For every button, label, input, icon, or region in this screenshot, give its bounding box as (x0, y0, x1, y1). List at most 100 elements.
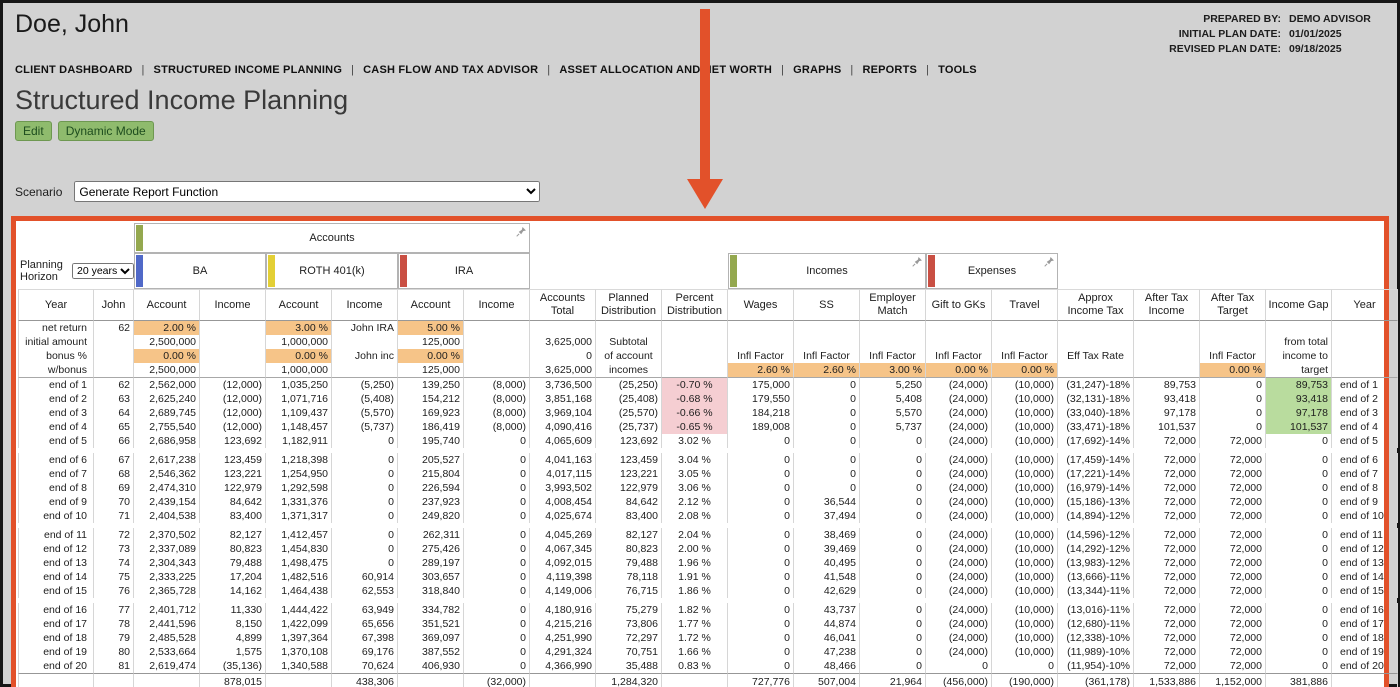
pin-icon[interactable] (1044, 256, 1055, 267)
value-cell (1200, 335, 1266, 349)
value-cell: 44,874 (794, 617, 860, 631)
value-cell: (35,136) (200, 659, 266, 673)
column-header: Account (134, 289, 200, 321)
value-cell[interactable]: 0.00 % (266, 349, 332, 363)
value-cell: 2.12 % (662, 495, 728, 509)
value-cell: 62 (94, 321, 134, 335)
value-cell: 72,000 (1200, 603, 1266, 617)
value-cell[interactable]: 2.60 % (728, 363, 794, 378)
value-cell: (24,000) (926, 584, 992, 598)
value-cell: 1,533,886 (1134, 673, 1200, 687)
value-cell: (16,979)-14% (1058, 481, 1134, 495)
value-cell: 1,464,438 (266, 584, 332, 598)
value-cell[interactable]: 3.00 % (860, 363, 926, 378)
nav-item-tools[interactable]: TOOLS (938, 64, 977, 76)
planning-horizon-select[interactable]: 20 years (72, 263, 134, 279)
value-cell: (12,000) (200, 406, 266, 420)
nav-item-asset-allocation-and-net-worth[interactable]: ASSET ALLOCATION AND NET WORTH (559, 64, 772, 76)
value-cell: 0 (1266, 453, 1332, 467)
value-cell (662, 673, 728, 687)
nav-item-structured-income-planning[interactable]: STRUCTURED INCOME PLANNING (154, 64, 343, 76)
value-cell: 62,553 (332, 584, 398, 598)
value-cell: 89,753 (1134, 378, 1200, 392)
value-cell[interactable]: 5.00 % (398, 321, 464, 335)
value-cell: (10,000) (992, 378, 1058, 392)
value-cell: target (1266, 363, 1332, 378)
value-cell: 72,000 (1134, 570, 1200, 584)
value-cell: 74 (94, 556, 134, 570)
row-label-cell: end of 4 (1332, 420, 1398, 434)
column-header: After Tax Income (1134, 289, 1200, 321)
value-cell: 64 (94, 406, 134, 420)
value-cell: 0 (1200, 378, 1266, 392)
value-cell: 0 (728, 631, 794, 645)
value-cell[interactable]: 0.00 % (926, 363, 992, 378)
value-cell: 3,736,500 (530, 378, 596, 392)
row-label-cell: end of 17 (1332, 617, 1398, 631)
value-cell: 101,537 (1266, 420, 1332, 434)
nav-separator: | (781, 64, 785, 76)
setup-row: bonus % 0.00 % 0.00 % John inc 0.00 % 0 of acc… (18, 349, 1398, 363)
value-cell (530, 321, 596, 335)
value-cell: (25,737) (596, 420, 662, 434)
value-cell: 0 (860, 495, 926, 509)
value-cell: 8,150 (200, 617, 266, 631)
scenario-select[interactable]: Generate Report Function (74, 181, 541, 202)
value-cell: (13,016)-11% (1058, 603, 1134, 617)
value-cell: 78,118 (596, 570, 662, 584)
row-label-cell (1332, 673, 1398, 687)
edit-button[interactable]: Edit (15, 121, 52, 141)
nav-item-cash-flow-and-tax-advisor[interactable]: CASH FLOW AND TAX ADVISOR (363, 64, 538, 76)
group-header-ira: IRA (398, 253, 530, 289)
group-header-roth-401k: ROTH 401(k) (266, 253, 398, 289)
value-cell: 41,548 (794, 570, 860, 584)
nav-item-graphs[interactable]: GRAPHS (793, 64, 841, 76)
value-cell (1058, 363, 1134, 378)
value-cell (200, 335, 266, 349)
value-cell: (24,000) (926, 392, 992, 406)
value-cell: 1,071,716 (266, 392, 332, 406)
value-cell: 123,459 (200, 453, 266, 467)
value-cell: 72,000 (1200, 631, 1266, 645)
value-cell: (8,000) (464, 392, 530, 406)
value-cell: 3.05 % (662, 467, 728, 481)
value-cell: 3,625,000 (530, 335, 596, 349)
nav-item-reports[interactable]: REPORTS (862, 64, 917, 76)
value-cell (1134, 321, 1200, 335)
pin-icon[interactable] (516, 226, 527, 237)
value-cell[interactable]: 3.00 % (266, 321, 332, 335)
value-cell: 4,065,609 (530, 434, 596, 448)
value-cell: 1.86 % (662, 584, 728, 598)
roth-color-chip (268, 255, 275, 287)
value-cell[interactable]: 2.60 % (794, 363, 860, 378)
value-cell[interactable]: 0.00 % (1200, 363, 1266, 378)
value-cell: 93,418 (1266, 392, 1332, 406)
value-cell: 175,000 (728, 378, 794, 392)
value-cell: 0 (728, 617, 794, 631)
value-cell[interactable]: 2.00 % (134, 321, 200, 335)
value-cell[interactable]: 0.00 % (398, 349, 464, 363)
value-cell: 1,331,376 (266, 495, 332, 509)
value-cell: (10,000) (992, 434, 1058, 448)
value-cell: 123,221 (596, 467, 662, 481)
value-cell (94, 349, 134, 363)
row-label-cell: end of 18 (1332, 631, 1398, 645)
dynamic-mode-button[interactable]: Dynamic Mode (57, 121, 154, 141)
value-cell: 2,439,154 (134, 495, 200, 509)
value-cell: 0 (728, 467, 794, 481)
value-cell: 39,469 (794, 542, 860, 556)
row-label-cell: end of 5 (18, 434, 94, 448)
pin-icon[interactable] (912, 256, 923, 267)
value-cell: 0 (332, 495, 398, 509)
scenario-row: Scenario Generate Report Function (3, 145, 1397, 202)
value-cell: 0 (1266, 631, 1332, 645)
value-cell: 387,552 (398, 645, 464, 659)
value-cell: 1.91 % (662, 570, 728, 584)
nav-item-client-dashboard[interactable]: CLIENT DASHBOARD (15, 64, 132, 76)
page-title: Structured Income Planning (15, 85, 349, 115)
value-cell[interactable]: 0.00 % (134, 349, 200, 363)
value-cell[interactable]: 0.00 % (992, 363, 1058, 378)
value-cell: 2,337,089 (134, 542, 200, 556)
value-cell: (33,040)-18% (1058, 406, 1134, 420)
value-cell: 72,000 (1134, 495, 1200, 509)
